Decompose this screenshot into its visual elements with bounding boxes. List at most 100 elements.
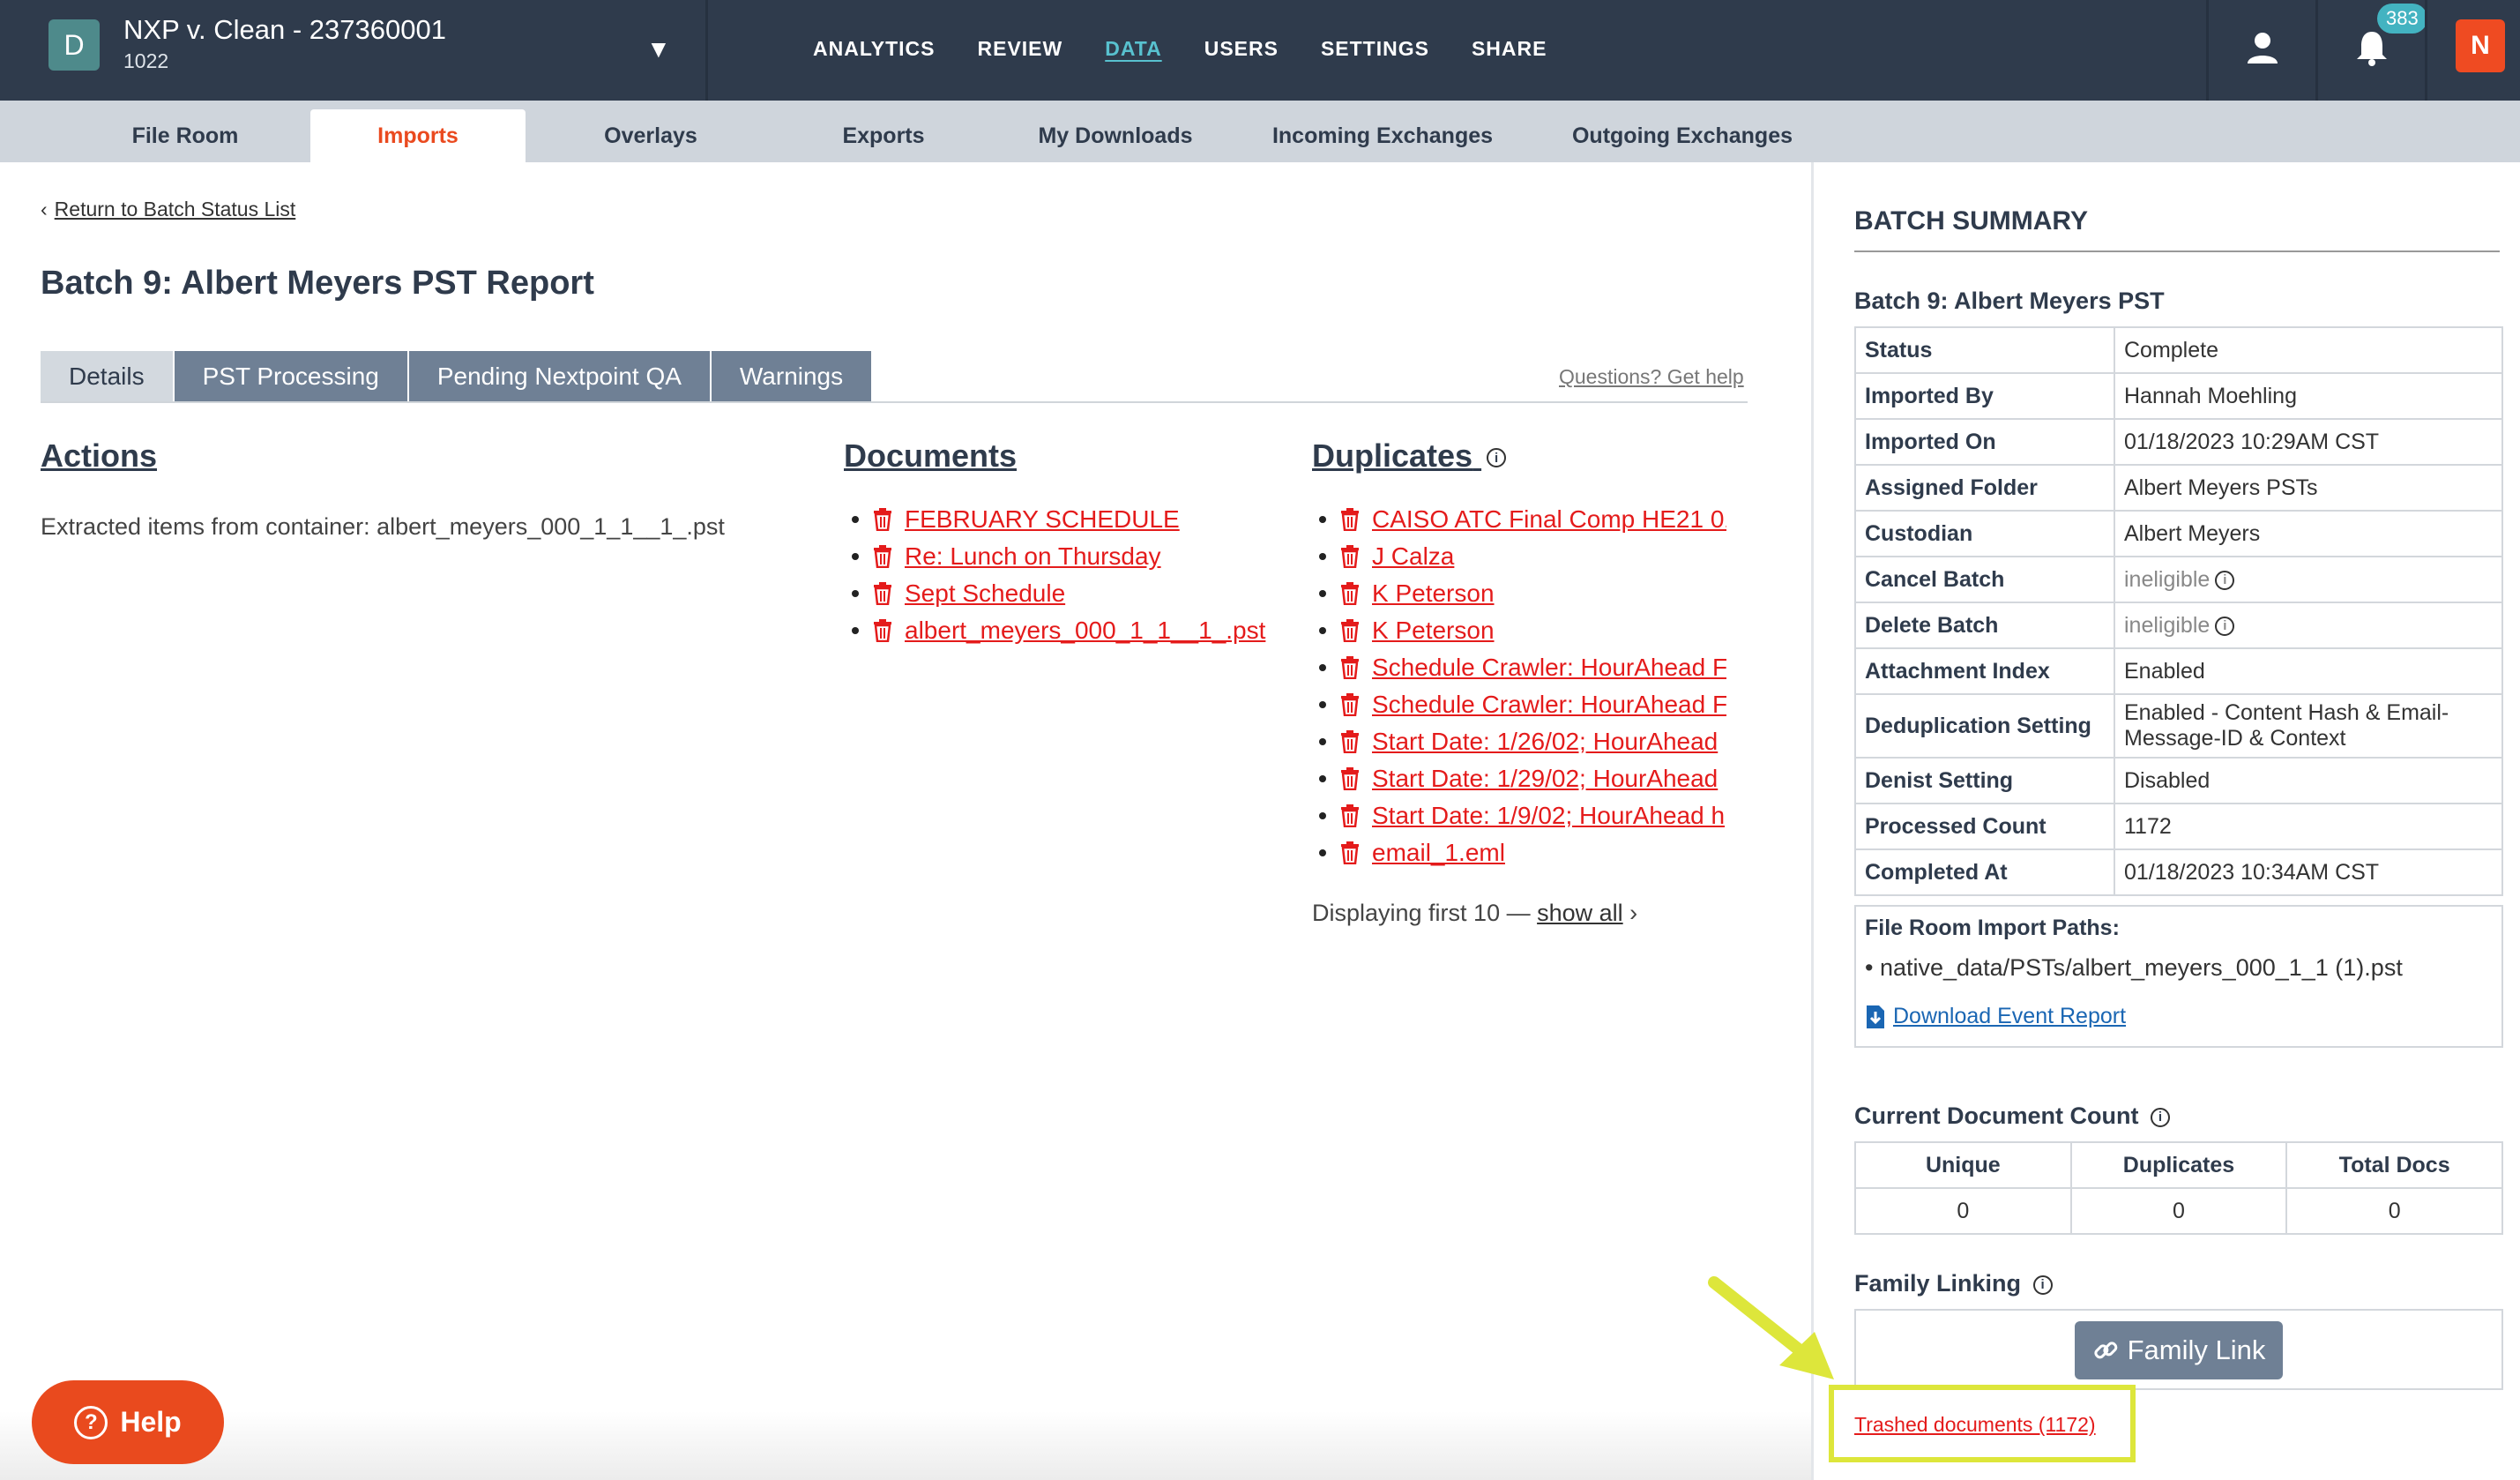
- document-link[interactable]: albert_meyers_000_1_1__1_.pst: [905, 617, 1265, 645]
- document-link[interactable]: email_1.eml: [1372, 839, 1505, 867]
- tab-overlays[interactable]: Overlays: [547, 109, 755, 162]
- user-icon[interactable]: [2245, 30, 2280, 65]
- trash-icon: [1341, 582, 1359, 605]
- document-link[interactable]: K Peterson: [1372, 617, 1495, 645]
- tab-pending-qa[interactable]: Pending Nextpoint QA: [408, 351, 712, 402]
- link-icon: [2093, 1342, 2117, 1359]
- trash-icon: [874, 619, 891, 642]
- tab-file-room[interactable]: File Room: [71, 109, 300, 162]
- summary-key: Denist Setting: [1854, 757, 2115, 804]
- duplicates-heading[interactable]: Duplicates i: [1312, 437, 1507, 475]
- summary-value-text: ineligible: [2124, 566, 2211, 592]
- actions-heading: Actions: [41, 437, 158, 474]
- summary-value-text: Disabled: [2124, 767, 2211, 793]
- summary-table: Status Complete Imported By Hannah Moehling…: [1854, 326, 2503, 896]
- highlight-annotation-box: [1829, 1385, 2136, 1462]
- info-icon[interactable]: i: [2151, 1107, 2170, 1127]
- tab-details[interactable]: Details: [41, 351, 175, 402]
- question-circle-icon: ?: [74, 1405, 108, 1439]
- help-button[interactable]: ? Help: [32, 1380, 224, 1464]
- summary-value: ineligible i: [2114, 602, 2503, 649]
- duplicates-list: CAISO ATC Final Comp HE21 01 J Calza K Pet…: [1319, 501, 1726, 871]
- panel-title: BATCH SUMMARY: [1854, 206, 2088, 235]
- list-item: FEBRUARY SCHEDULE: [852, 501, 1293, 538]
- info-icon[interactable]: i: [2032, 1274, 2053, 1295]
- document-link[interactable]: Start Date: 1/29/02; HourAhead: [1372, 765, 1718, 793]
- document-link[interactable]: Schedule Crawler: HourAhead Fa: [1372, 654, 1726, 682]
- tab-outgoing-exchanges[interactable]: Outgoing Exchanges: [1552, 109, 1813, 162]
- trash-icon: [1341, 767, 1359, 790]
- tab-warnings[interactable]: Warnings: [711, 351, 874, 402]
- family-link-button[interactable]: Family Link: [2075, 1321, 2283, 1379]
- summary-row: Assigned Folder Albert Meyers PSTs: [1854, 464, 2503, 512]
- trash-icon: [874, 508, 891, 531]
- page-title: Batch 9: Albert Meyers PST Report: [41, 265, 594, 302]
- tab-imports[interactable]: Imports: [310, 109, 526, 162]
- summary-value-text: Enabled - Content Hash & Email-Message-I…: [2124, 700, 2449, 751]
- count-duplicates: 0: [2069, 1187, 2288, 1235]
- list-item: Start Date: 1/26/02; HourAhead: [1319, 723, 1726, 760]
- trash-icon: [1341, 656, 1359, 679]
- back-link-label: Return to Batch Status List: [54, 198, 296, 221]
- document-link[interactable]: Re: Lunch on Thursday: [905, 542, 1161, 571]
- info-icon[interactable]: i: [1487, 448, 1507, 468]
- document-link[interactable]: K Peterson: [1372, 579, 1495, 608]
- actions-text: Extracted items from container: albert_m…: [41, 513, 725, 540]
- divider: [2425, 0, 2427, 101]
- document-link[interactable]: Schedule Crawler: HourAhead Fa: [1372, 691, 1726, 719]
- duplicates-heading-label: Duplicates: [1312, 437, 1473, 474]
- brand-logo[interactable]: N: [2456, 19, 2505, 72]
- documents-heading[interactable]: Documents: [844, 437, 1017, 475]
- info-icon[interactable]: i: [2215, 570, 2235, 590]
- document-link[interactable]: Start Date: 1/26/02; HourAhead: [1372, 728, 1718, 756]
- bell-icon[interactable]: [2354, 28, 2390, 67]
- download-event-report-link[interactable]: Download Event Report: [1865, 1004, 2126, 1029]
- document-link[interactable]: Sept Schedule: [905, 579, 1065, 608]
- tab-exports[interactable]: Exports: [776, 109, 991, 162]
- bottom-fade: [0, 1411, 1811, 1480]
- trash-icon: [1341, 730, 1359, 753]
- nav-analytics[interactable]: ANALYTICS: [813, 37, 936, 61]
- summary-value-text: Enabled: [2124, 658, 2205, 684]
- show-all-link[interactable]: show all: [1537, 900, 1623, 926]
- nav-review[interactable]: REVIEW: [978, 37, 1063, 61]
- bullet: [1319, 701, 1326, 708]
- document-count-title: Current Document Count i: [1854, 1103, 2170, 1130]
- bullet: [852, 627, 859, 634]
- nav-share[interactable]: SHARE: [1472, 37, 1547, 61]
- document-link[interactable]: Start Date: 1/9/02; HourAhead h: [1372, 802, 1725, 830]
- nav-data[interactable]: DATA: [1105, 37, 1161, 61]
- list-item: Schedule Crawler: HourAhead Fa: [1319, 686, 1726, 723]
- count-unique: 0: [1854, 1187, 2072, 1235]
- document-link[interactable]: J Calza: [1372, 542, 1454, 571]
- family-linking-title: Family Linking i: [1854, 1270, 2053, 1297]
- summary-value-text: Complete: [2124, 337, 2218, 363]
- summary-row: Attachment Index Enabled: [1854, 647, 2503, 695]
- summary-row: Deduplication Setting Enabled - Content H…: [1854, 693, 2503, 759]
- summary-row: Imported On 01/18/2023 10:29AM CST: [1854, 418, 2503, 466]
- document-link[interactable]: CAISO ATC Final Comp HE21 01: [1372, 505, 1726, 534]
- tab-incoming-exchanges[interactable]: Incoming Exchanges: [1243, 109, 1522, 162]
- list-item: Start Date: 1/29/02; HourAhead: [1319, 760, 1726, 797]
- nav-settings[interactable]: SETTINGS: [1321, 37, 1429, 61]
- chevron-right-icon: ›: [1629, 900, 1638, 926]
- info-icon[interactable]: i: [2215, 616, 2235, 636]
- display-first-note: Displaying first 10 — show all ›: [1312, 900, 1637, 927]
- document-link[interactable]: FEBRUARY SCHEDULE: [905, 505, 1180, 534]
- batch-name: Batch 9: Albert Meyers PST: [1854, 288, 2165, 314]
- bullet: [1319, 812, 1326, 819]
- summary-value-text: ineligible: [2124, 612, 2211, 638]
- tab-my-downloads[interactable]: My Downloads: [1014, 109, 1217, 162]
- nav-users[interactable]: USERS: [1204, 37, 1279, 61]
- case-avatar[interactable]: D: [48, 19, 100, 71]
- bullet: [1319, 849, 1326, 856]
- count-total: 0: [2285, 1187, 2503, 1235]
- trash-icon: [874, 582, 891, 605]
- tab-pst-processing[interactable]: PST Processing: [174, 351, 409, 402]
- questions-help-link[interactable]: Questions? Get help: [1559, 365, 1744, 389]
- back-link[interactable]: ‹ Return to Batch Status List: [41, 198, 295, 221]
- summary-row: Status Complete: [1854, 326, 2503, 374]
- case-title[interactable]: NXP v. Clean - 237360001: [123, 14, 446, 46]
- case-dropdown-caret-icon[interactable]: ▼: [646, 35, 671, 64]
- download-event-report-label: Download Event Report: [1893, 1004, 2127, 1028]
